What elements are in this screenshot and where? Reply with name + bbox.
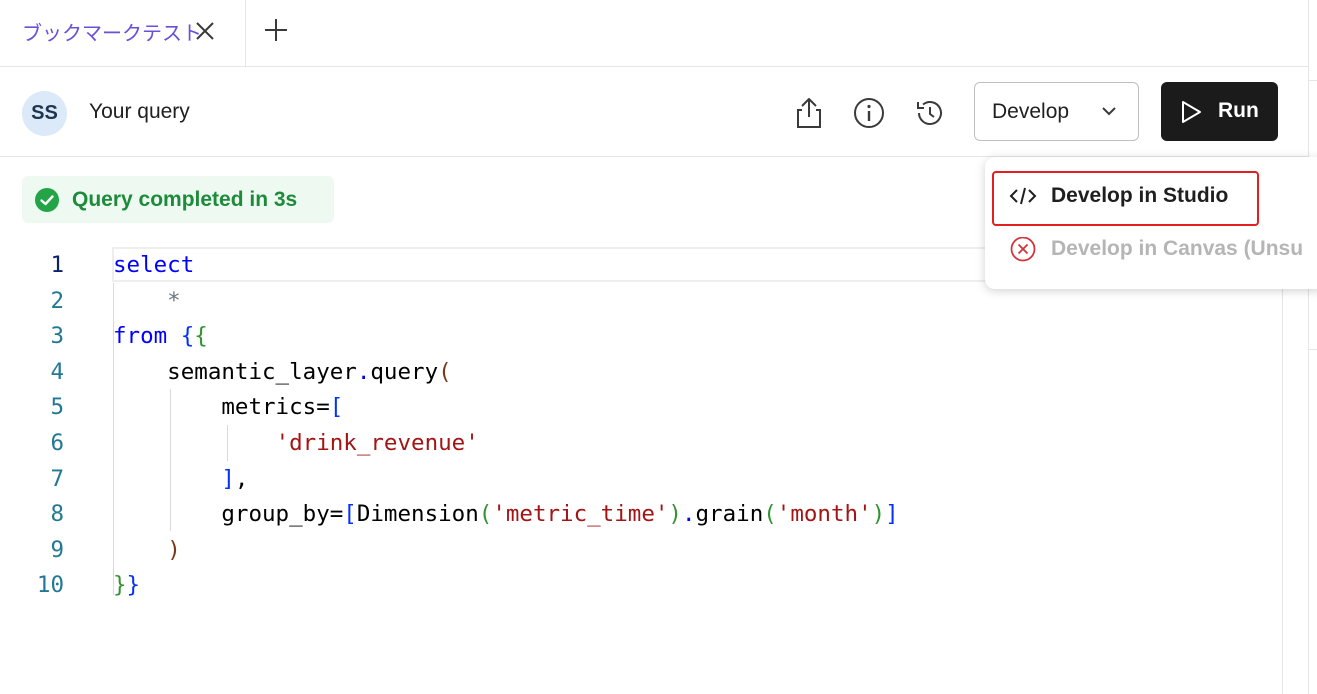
tab-bookmark-test[interactable]: ブックマークテスト [0,0,246,67]
code-line: 4 semantic_layer.query( [0,354,1280,390]
menu-item-develop-in-canvas: Develop in Canvas (Unsu [993,225,1317,275]
code-text: * [113,287,181,314]
tab-bar: ブックマークテスト [0,0,1308,67]
line-number: 3 [50,323,64,350]
code-text: select [113,252,195,278]
line-number: 8 [50,501,64,528]
develop-label: Develop [992,100,1070,123]
plus-icon[interactable] [262,16,290,44]
code-text: ], [221,465,249,492]
code-editor[interactable]: 1 select 2 * 3 from {{ 4 semantic_layer.query… [0,247,1283,694]
x-circle-icon [1010,237,1036,262]
query-title: Your query [89,100,190,123]
code-text: metrics=[ [113,394,344,421]
line-number: 1 [50,252,64,278]
line-number: 7 [50,465,64,492]
code-line: 10}} [0,567,1280,603]
code-line: 5 metrics=[ [0,389,1280,425]
line-number: 4 [50,358,64,385]
menu-item-label: Develop in Studio [1051,184,1229,207]
develop-dropdown[interactable]: Develop [974,82,1139,141]
code-line: 6 'drink_revenue' [0,425,1280,461]
run-button[interactable]: Run [1161,82,1278,141]
code-text: 'drink_revenue' [275,430,479,456]
chevron-down-icon [1102,107,1116,116]
code-line: 7 ], [0,461,1280,497]
code-text: }} [113,572,141,599]
line-number: 10 [36,572,64,599]
code-text: from {{ [113,323,208,350]
info-icon[interactable] [851,95,887,131]
code-line: 9 ) [0,532,1280,568]
play-icon [1182,101,1201,123]
code-text: semantic_layer.query( [113,358,452,385]
code-line: 3 from {{ [0,318,1280,354]
line-number: 6 [50,430,64,456]
line-number: 5 [50,394,64,421]
check-circle-icon [35,188,59,212]
line-number: 9 [50,536,64,563]
avatar: SS [22,91,67,136]
code-line: 8 group_by=[Dimension('metric_time').gra… [0,496,1280,532]
menu-item-develop-in-studio[interactable]: Develop in Studio [993,172,1317,222]
develop-menu: Develop in Studio Develop in Canvas (Uns… [985,157,1317,289]
right-panel-edge [1308,0,1317,694]
query-header: SS Your query Develop Run [0,67,1308,157]
code-text: ) [167,536,181,563]
close-icon[interactable] [192,18,218,44]
status-badge: Query completed in 3s [22,176,334,223]
history-icon[interactable] [912,95,948,131]
line-number: 2 [50,287,64,314]
code-icon [1009,187,1037,205]
tab-label: ブックマークテスト [22,21,202,45]
status-text: Query completed in 3s [72,188,298,211]
share-icon[interactable] [791,95,827,131]
code-text: group_by=[Dimension('metric_time').grain… [113,501,899,528]
run-label: Run [1218,99,1259,122]
menu-item-label: Develop in Canvas (Unsu [1051,237,1304,260]
